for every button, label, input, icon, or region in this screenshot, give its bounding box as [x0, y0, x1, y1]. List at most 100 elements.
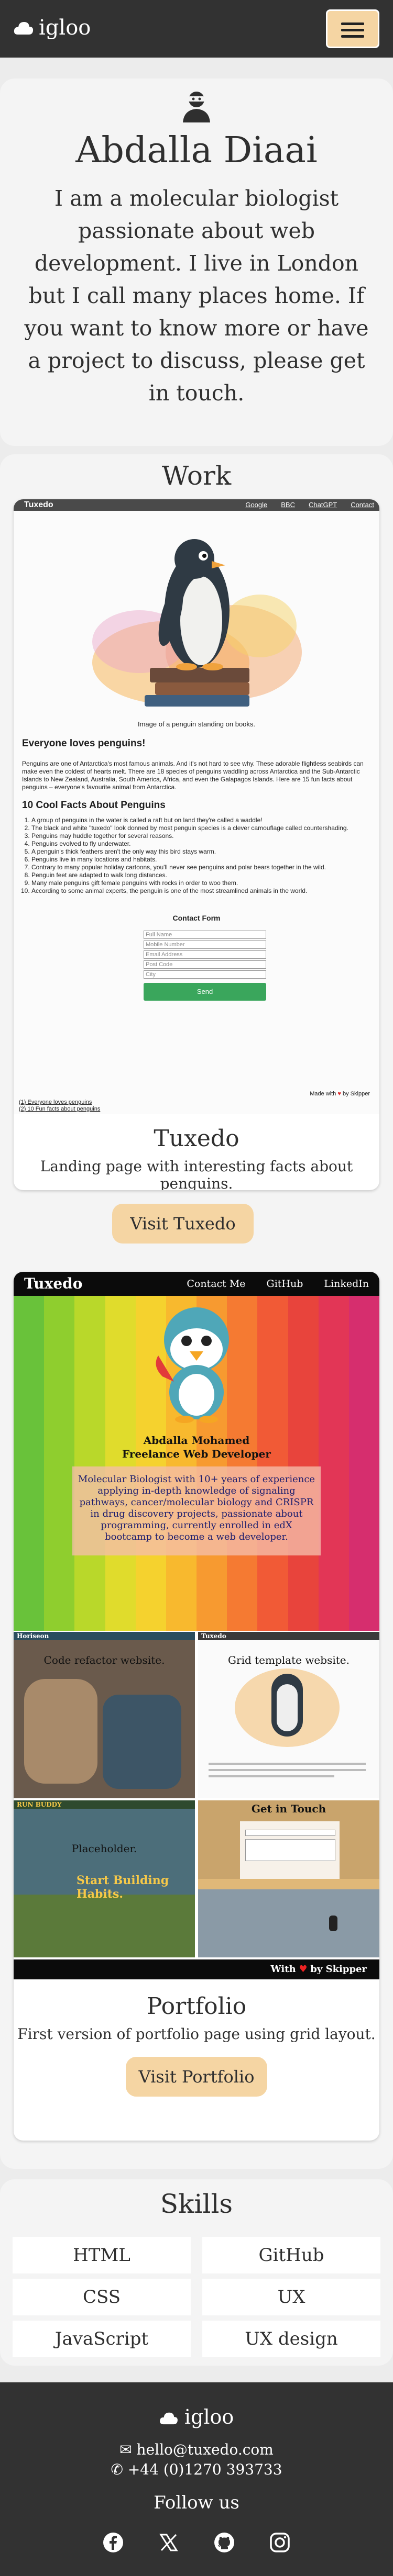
x-icon[interactable]: [158, 2532, 179, 2553]
portfolio-footer: With ♥ by Skipper: [14, 1959, 379, 1979]
tuxedo-heading: Everyone loves penguins!: [22, 738, 146, 749]
thumb-label: Grid template website.: [228, 1654, 350, 1666]
tuxedo-link-chatgpt: ChatGPT: [309, 501, 337, 509]
portfolio-role: Freelance Web Developer: [122, 1448, 271, 1460]
skill-ux-design: UX design: [202, 2321, 380, 2357]
hero-bio: I am a molecular biologist passionate ab…: [24, 186, 369, 406]
visit-tuxedo-button[interactable]: Visit Tuxedo: [112, 1204, 254, 1244]
thumb-brand: RUN BUDDY: [17, 1801, 62, 1808]
portfolio-link-contact: Contact Me: [187, 1278, 246, 1290]
hamburger-icon: [341, 23, 364, 25]
menu-button[interactable]: [326, 9, 379, 48]
fact-item: A group of penguins in the water is call…: [31, 816, 379, 824]
facebook-icon[interactable]: [103, 2532, 124, 2553]
work-title: Work: [161, 461, 232, 491]
tuxedo-link-contact: Contact: [351, 501, 374, 509]
tuxedo-screenshot: Tuxedo Google BBC ChatGPT Contact Image …: [14, 499, 379, 1114]
tuxedo-facts-list: A group of penguins in the water is call…: [22, 816, 379, 895]
tuxedo-footnote: (2) 10 Fun facts about penguins: [19, 1106, 101, 1112]
penguin-illustration: [14, 511, 379, 716]
social-links: [103, 2532, 290, 2553]
project-title: Tuxedo: [154, 1125, 239, 1152]
portfolio-link-github: GitHub: [266, 1278, 303, 1290]
fact-item: Many male penguins gift female penguins …: [31, 879, 379, 887]
portfolio-name: Abdalla Mohamed: [143, 1434, 250, 1447]
tuxedo-brand: Tuxedo: [24, 500, 53, 509]
tuxedo-mobile-field: Mobile Number: [144, 940, 266, 949]
fact-item: According to some animal experts, the pe…: [31, 887, 379, 895]
tuxedo-postcode-field: Post Code: [144, 960, 266, 969]
project-title: Portfolio: [146, 1993, 247, 2020]
heart-icon: ♥: [299, 1964, 308, 1975]
portfolio-brand: Tuxedo: [24, 1275, 83, 1292]
project-card-tuxedo: Tuxedo Google BBC ChatGPT Contact Image …: [14, 499, 379, 1190]
visit-portfolio-button[interactable]: Visit Portfolio: [126, 2057, 267, 2097]
github-icon[interactable]: [214, 2532, 235, 2553]
thumb-label: Placeholder.: [71, 1842, 137, 1855]
follow-us-label: Follow us: [154, 2492, 239, 2513]
portfolio-link-linkedin: LinkedIn: [324, 1278, 369, 1290]
fact-item: Penguins live in many locations and habi…: [31, 856, 379, 864]
envelope-icon: ✉: [119, 2441, 132, 2458]
tuxedo-made-with: Made with ♥ by Skipper: [310, 1091, 370, 1097]
top-nav: igloo: [0, 0, 393, 58]
skill-ux: UX: [202, 2279, 380, 2315]
footer-logo[interactable]: igloo: [0, 2405, 393, 2428]
thumb-placeholder: RUN BUDDY Start Building Habits. Placeho…: [14, 1800, 195, 1957]
thumb-habits-text: Start Building Habits.: [77, 1874, 169, 1901]
tuxedo-facts-heading: 10 Cool Facts About Penguins: [22, 800, 166, 811]
skill-html: HTML: [13, 2237, 191, 2273]
thumb-label: Get in Touch: [251, 1802, 326, 1815]
tuxedo-link-bbc: BBC: [281, 501, 295, 509]
site-footer: igloo ✉ hello@tuxedo.com ✆ +44 (0)1270 3…: [0, 2382, 393, 2576]
footer-logo-text: igloo: [184, 2405, 234, 2428]
thumb-brand: Horiseon: [17, 1632, 49, 1640]
fact-item: Penguin feet are adapted to walk long di…: [31, 871, 379, 879]
tuxedo-footnote: (1) Everyone loves penguins: [19, 1099, 92, 1105]
cloud-icon: [159, 2412, 178, 2425]
fact-item: Contrary to many popular holiday cartoon…: [31, 864, 379, 871]
footer-phone[interactable]: ✆ +44 (0)1270 393733: [0, 2461, 393, 2478]
fact-item: The black and white "tuxedo" look donned…: [31, 824, 379, 832]
tuxedo-intro: Penguins are one of Antarctica's most fa…: [22, 760, 364, 791]
cloud-icon: [14, 22, 34, 35]
logo-link[interactable]: igloo: [14, 16, 91, 40]
hero-name: Abdalla Diaai: [75, 130, 318, 171]
tuxedo-navbar: Tuxedo Google BBC ChatGPT Contact: [14, 499, 379, 511]
thumb-brand: Tuxedo: [201, 1632, 226, 1640]
heart-icon: ♥: [337, 1091, 341, 1097]
tuxedo-form-title: Contact Form: [172, 914, 221, 922]
thumb-code-refactor: Horiseon Code refactor website.: [14, 1632, 195, 1798]
skill-css: CSS: [13, 2279, 191, 2315]
thumb-get-in-touch: Get in Touch: [198, 1800, 379, 1957]
thumb-grid-template: Tuxedo Grid template website.: [198, 1632, 379, 1798]
fact-item: Penguins may huddle together for several…: [31, 832, 379, 840]
work-section: Work Tuxedo Google BBC ChatGPT Contact I…: [0, 454, 393, 2169]
project-description: Landing page with interesting facts abou…: [40, 1158, 353, 1190]
portfolio-navbar: Tuxedo Contact Me GitHub LinkedIn: [14, 1272, 379, 1296]
thumb-label: Code refactor website.: [43, 1654, 165, 1666]
penguin-mascot: [156, 1307, 229, 1423]
fact-item: A penguin's thick feathers aren't the on…: [31, 848, 379, 856]
project-description: First version of portfolio page using gr…: [17, 2025, 376, 2043]
project-card-portfolio: Tuxedo Contact Me GitHub LinkedIn Abdall…: [14, 1272, 379, 2141]
skills-section: Skills HTML GitHub CSS UX JavaScript UX …: [0, 2179, 393, 2366]
tuxedo-caption: Image of a penguin standing on books.: [137, 720, 256, 728]
hero-section: Abdalla Diaai I am a molecular biologist…: [0, 79, 393, 476]
logo-text: igloo: [39, 16, 91, 40]
skill-javascript: JavaScript: [13, 2321, 191, 2357]
portfolio-screenshot: Tuxedo Contact Me GitHub LinkedIn Abdall…: [14, 1272, 379, 1979]
footer-email[interactable]: ✉ hello@tuxedo.com: [0, 2441, 393, 2458]
tuxedo-fullname-field: Full Name: [144, 931, 266, 939]
skills-title: Skills: [160, 2189, 233, 2219]
phone-icon: ✆: [111, 2461, 123, 2478]
tuxedo-city-field: City: [144, 970, 266, 979]
tuxedo-email-field: Email Address: [144, 950, 266, 959]
user-ninja-icon: [183, 92, 210, 122]
skill-github: GitHub: [202, 2237, 380, 2273]
tuxedo-link-google: Google: [245, 501, 268, 509]
portfolio-blurb: Molecular Biologist with 10+ years of ex…: [72, 1466, 321, 1555]
tuxedo-send-button: Send: [144, 983, 266, 1001]
instagram-icon[interactable]: [269, 2532, 290, 2553]
fact-item: Penguins evolved to fly underwater.: [31, 840, 379, 848]
